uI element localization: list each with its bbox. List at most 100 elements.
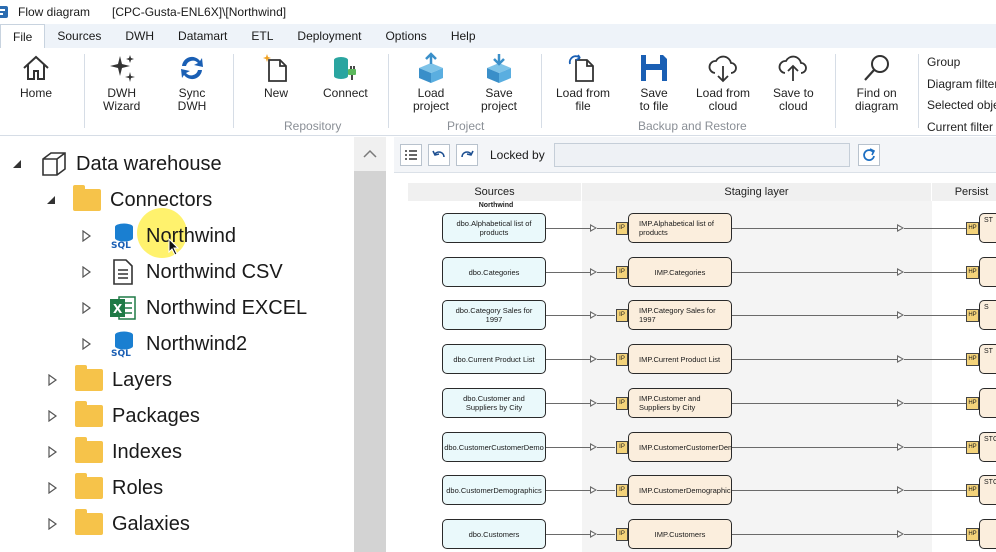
toggle-list-button[interactable] <box>400 144 422 166</box>
source-table-node[interactable]: dbo.Categories <box>442 257 546 287</box>
import-badge: IP <box>616 222 628 235</box>
flow-connector <box>546 490 590 491</box>
expand-icon[interactable] <box>46 409 60 423</box>
source-table-node[interactable]: dbo.Alphabetical list of products <box>442 213 546 243</box>
refresh-button[interactable] <box>858 144 880 166</box>
new-button[interactable]: New <box>260 52 292 100</box>
expand-icon[interactable] <box>46 373 60 387</box>
project-group-label: Project <box>447 119 485 133</box>
persist-table-node[interactable]: STG cs <box>979 475 996 505</box>
svg-text:SQL: SQL <box>111 349 131 358</box>
tree-label: Packages <box>112 404 200 427</box>
tree-node-roles[interactable]: Roles <box>46 473 163 503</box>
staging-table-node[interactable]: IMP.Alphabetical list of products <box>628 213 732 243</box>
tab-etl[interactable]: ETL <box>239 24 285 48</box>
staging-table-node[interactable]: IMP.Customer and Suppliers by City <box>628 388 732 418</box>
flow-connector <box>904 403 966 404</box>
tree-scrollbar[interactable] <box>354 137 386 552</box>
tree-node-northwind[interactable]: SQL Northwind <box>80 221 236 251</box>
connect-label: Connect <box>323 86 368 100</box>
undo-button[interactable] <box>428 144 450 166</box>
scroll-up-icon[interactable] <box>354 137 386 171</box>
tree-label: Layers <box>112 368 173 391</box>
save-to-file-button[interactable]: Save to file <box>638 52 670 113</box>
dwh-wizard-button[interactable]: DWH Wizard <box>103 52 140 113</box>
persist-table-node[interactable]: ST <box>979 213 996 243</box>
selected-objects-option[interactable]: Selected objects <box>927 95 996 117</box>
tree-node-data-warehouse[interactable]: Data warehouse <box>10 149 222 179</box>
persist-table-node[interactable] <box>979 257 996 287</box>
persist-badge: HP <box>966 528 979 541</box>
staging-table-node[interactable]: IMP.Customers <box>628 519 732 549</box>
expand-icon[interactable] <box>80 337 94 351</box>
flow-connector <box>597 272 615 273</box>
group-option[interactable]: Group <box>927 52 996 74</box>
source-table-node[interactable]: dbo.Customer and Suppliers by City <box>442 388 546 418</box>
flow-connector <box>904 315 966 316</box>
load-project-button[interactable]: Load project <box>413 52 449 113</box>
persist-table-node[interactable] <box>979 519 996 549</box>
home-button[interactable]: Home <box>20 52 52 100</box>
expand-icon[interactable] <box>46 445 60 459</box>
tab-sources[interactable]: Sources <box>45 24 113 48</box>
splitter[interactable] <box>386 137 394 552</box>
source-table-node[interactable]: dbo.Category Sales for 1997 <box>442 300 546 330</box>
tab-datamart[interactable]: Datamart <box>166 24 239 48</box>
tab-file[interactable]: File <box>0 24 46 48</box>
flow-diagram-canvas[interactable]: Sources Staging layer Persist Northwind … <box>394 173 996 552</box>
save-to-cloud-button[interactable]: Save to cloud <box>773 52 814 113</box>
staging-table-node[interactable]: IMP.CustomerDemographics <box>628 475 732 505</box>
load-from-cloud-button[interactable]: Load from cloud <box>696 52 750 113</box>
collapse-icon[interactable] <box>44 193 58 207</box>
tree-node-northwind2[interactable]: SQL Northwind2 <box>80 329 247 359</box>
staging-table-node[interactable]: IMP.CustomerCustomerDemo <box>628 432 732 462</box>
tab-deployment[interactable]: Deployment <box>285 24 373 48</box>
collapse-icon[interactable] <box>10 157 24 171</box>
source-table-node[interactable]: dbo.Customers <box>442 519 546 549</box>
sync-dwh-button[interactable]: Sync DWH <box>176 52 208 113</box>
staging-table-node[interactable]: IMP.Categories <box>628 257 732 287</box>
arrow-icon <box>897 486 904 494</box>
source-table-node[interactable]: dbo.CustomerCustomerDemo <box>442 432 546 462</box>
persist-table-node[interactable]: S <box>979 300 996 330</box>
lane-header-staging: Staging layer <box>582 183 932 201</box>
tree-node-connectors[interactable]: Connectors <box>44 185 212 215</box>
tab-options[interactable]: Options <box>373 24 438 48</box>
tree-node-northwind-excel[interactable]: X Northwind EXCEL <box>80 293 307 323</box>
locked-by-label: Locked by <box>490 148 545 162</box>
expand-icon[interactable] <box>46 481 60 495</box>
staging-table-node[interactable]: IMP.Category Sales for 1997 <box>628 300 732 330</box>
expand-icon[interactable] <box>46 517 60 531</box>
sync-dwh-label-2: DWH <box>177 99 207 113</box>
tree-node-indexes[interactable]: Indexes <box>46 437 182 467</box>
persist-table-node[interactable]: ST <box>979 344 996 374</box>
flow-connector <box>546 534 590 535</box>
tree-node-packages[interactable]: Packages <box>46 401 200 431</box>
expand-icon[interactable] <box>80 301 94 315</box>
connect-button[interactable]: Connect <box>323 52 368 100</box>
persist-table-node[interactable]: STG mo <box>979 432 996 462</box>
expand-icon[interactable] <box>80 265 94 279</box>
tree-node-layers[interactable]: Layers <box>46 365 172 395</box>
redo-button[interactable] <box>456 144 478 166</box>
diagram-filter-option[interactable]: Diagram filter <box>927 74 996 96</box>
locked-by-field[interactable] <box>554 143 850 167</box>
tab-help[interactable]: Help <box>439 24 488 48</box>
current-filter-option[interactable]: Current filter <box>927 117 996 139</box>
staging-table-node[interactable]: IMP.Current Product List <box>628 344 732 374</box>
load-from-cloud-label-2: cloud <box>708 99 738 113</box>
find-on-diagram-button[interactable]: Find on diagram <box>855 52 898 113</box>
tree-node-northwind-csv[interactable]: Northwind CSV <box>80 257 283 287</box>
source-table-node[interactable]: dbo.CustomerDemographics <box>442 475 546 505</box>
tree-label: Data warehouse <box>76 152 222 175</box>
tree-node-galaxies[interactable]: Galaxies <box>46 509 190 539</box>
tab-dwh[interactable]: DWH <box>113 24 166 48</box>
arrow-icon <box>590 443 597 451</box>
app-window: Flow diagram [CPC-Gusta-ENL6X]\[Northwin… <box>0 0 996 552</box>
persist-table-node[interactable] <box>979 388 996 418</box>
load-from-file-button[interactable]: Load from file <box>556 52 610 113</box>
source-table-node[interactable]: dbo.Current Product List <box>442 344 546 374</box>
expand-icon[interactable] <box>80 229 94 243</box>
import-badge: IP <box>616 353 628 366</box>
save-project-button[interactable]: Save project <box>481 52 517 113</box>
